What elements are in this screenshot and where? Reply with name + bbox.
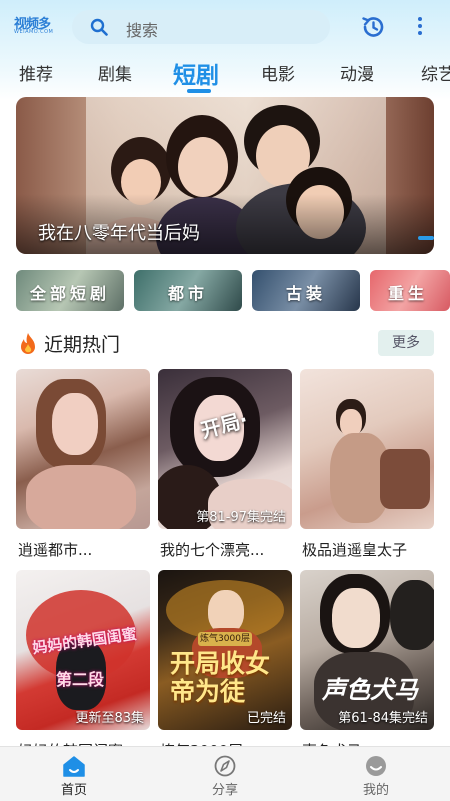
banner-title: 我在八零年代当后妈 — [38, 223, 200, 244]
drama-cover: 声色犬马 第61-84集完结 — [300, 570, 434, 730]
category-tabs: 推荐 剧集 短剧 电影 动漫 综艺 — [0, 56, 450, 93]
drama-cover: 妈妈的韩国闺蜜 第二段 更新至83集 — [16, 570, 150, 730]
history-icon[interactable] — [360, 14, 386, 40]
nav-label: 首页 — [60, 783, 87, 798]
search-icon — [90, 18, 108, 36]
category-label: 古装 — [285, 284, 326, 303]
nav-share[interactable]: 分享 — [165, 747, 285, 801]
bottom-navigation: 首页 分享 我的 — [0, 746, 450, 801]
category-urban[interactable]: 都市 — [134, 270, 242, 311]
compass-icon — [214, 755, 236, 777]
tab-series[interactable]: 剧集 — [98, 60, 132, 85]
category-label: 全部短剧 — [29, 284, 110, 303]
section-title: 近期热门 — [44, 334, 121, 356]
profile-icon — [366, 756, 386, 776]
category-label: 重生 — [388, 284, 429, 303]
category-rebirth[interactable]: 重生 — [370, 270, 450, 311]
nav-label: 我的 — [362, 783, 389, 798]
drama-title: 我的七个漂亮... — [160, 541, 265, 559]
tab-recommend[interactable]: 推荐 — [19, 60, 53, 85]
category-all-short-drama[interactable]: 全部短剧 — [16, 270, 124, 311]
fire-icon — [21, 333, 35, 354]
hot-section-header: 近期热门 更多 — [16, 328, 434, 358]
drama-cover — [16, 369, 150, 529]
episode-badge: 第81-97集完结 — [196, 510, 286, 525]
active-tab-indicator — [187, 89, 211, 93]
episode-badge: 第61-84集完结 — [338, 711, 428, 726]
logo-subtext: WEIAMO.COM — [14, 29, 54, 35]
category-chips: 全部短剧 都市 古装 重生 — [16, 270, 450, 312]
cover-overlay-title: 声色犬马 — [322, 675, 418, 704]
tab-anime[interactable]: 动漫 — [340, 60, 374, 85]
tab-movie[interactable]: 电影 — [261, 60, 295, 85]
cover-overlay-title: 开局收女帝为徒 — [170, 649, 271, 706]
drama-cover — [300, 369, 434, 529]
nav-home[interactable]: 首页 — [14, 747, 134, 801]
home-icon — [63, 756, 85, 777]
drama-title: 逍遥都市... — [18, 541, 93, 559]
banner-pagination-dot — [418, 236, 434, 240]
top-bar: 视频多 WEIAMO.COM 搜索 — [0, 0, 450, 52]
tab-short-drama-label: 短剧 — [173, 63, 219, 89]
search-bar[interactable]: 搜索 — [72, 10, 330, 44]
featured-banner[interactable]: 我在八零年代当后妈 — [16, 97, 434, 254]
tab-variety[interactable]: 综艺 — [421, 60, 450, 85]
drama-cover: 开局· 第81-97集完结 — [158, 369, 292, 529]
drama-cover: 炼气3000层 开局收女帝为徒 已完结 — [158, 570, 292, 730]
nav-profile[interactable]: 我的 — [316, 747, 436, 801]
more-button[interactable]: 更多 — [378, 330, 434, 356]
app-logo[interactable]: 视频多 WEIAMO.COM — [14, 13, 56, 37]
cover-tag: 炼气3000层 — [198, 632, 252, 646]
tab-short-drama[interactable]: 短剧 — [173, 56, 219, 93]
cover-overlay-subtitle: 第二段 — [56, 670, 105, 689]
category-costume[interactable]: 古装 — [252, 270, 360, 311]
more-menu-icon[interactable] — [416, 14, 424, 40]
nav-label: 分享 — [211, 783, 238, 798]
episode-badge: 更新至83集 — [75, 711, 144, 726]
category-label: 都市 — [167, 284, 208, 303]
drama-title: 极品逍遥皇太子 — [302, 541, 408, 559]
episode-badge: 已完结 — [246, 711, 286, 726]
search-placeholder: 搜索 — [126, 21, 159, 40]
